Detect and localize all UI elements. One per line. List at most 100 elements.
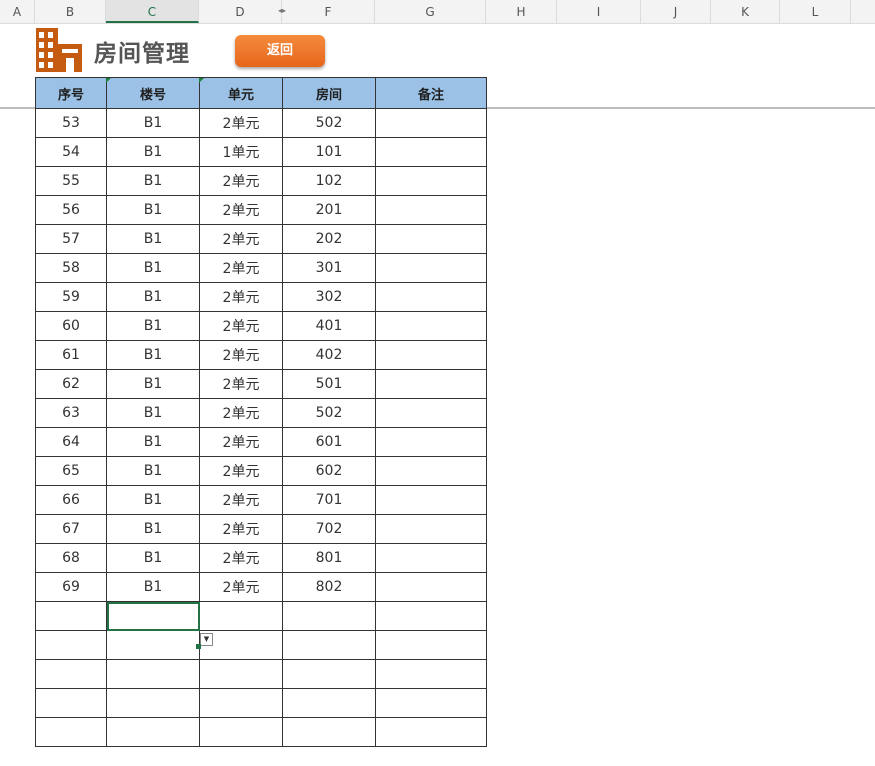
cell-notes[interactable]: [375, 108, 487, 138]
cell-building[interactable]: B1: [106, 137, 200, 167]
cell-building[interactable]: B1: [106, 543, 200, 573]
cell-room[interactable]: 402: [282, 340, 376, 370]
cell-notes[interactable]: [375, 485, 487, 515]
cell-serial[interactable]: 58: [35, 253, 107, 283]
cell-serial[interactable]: 55: [35, 166, 107, 196]
cell-unit[interactable]: 2单元: [199, 572, 283, 602]
cell-room[interactable]: 301: [282, 253, 376, 283]
cell-serial[interactable]: [35, 601, 107, 631]
cell-serial[interactable]: 57: [35, 224, 107, 254]
cell-building[interactable]: B1: [106, 166, 200, 196]
cell-notes[interactable]: [375, 630, 487, 660]
cell-unit[interactable]: [199, 659, 283, 689]
column-header-a[interactable]: A: [0, 0, 35, 23]
back-button[interactable]: 返回: [235, 35, 325, 67]
cell-room[interactable]: [282, 717, 376, 747]
cell-unit[interactable]: [199, 717, 283, 747]
cell-unit[interactable]: 2单元: [199, 108, 283, 138]
dropdown-arrow-icon[interactable]: ▼: [200, 633, 213, 646]
cell-notes[interactable]: [375, 398, 487, 428]
cell-unit[interactable]: 2单元: [199, 514, 283, 544]
cell-notes[interactable]: [375, 224, 487, 254]
cell-notes[interactable]: [375, 137, 487, 167]
cell-building[interactable]: B1: [106, 282, 200, 312]
cell-notes[interactable]: [375, 456, 487, 486]
column-header-g[interactable]: G: [375, 0, 486, 23]
cell-room[interactable]: 601: [282, 427, 376, 457]
cell-building[interactable]: B1: [106, 224, 200, 254]
column-header-f[interactable]: F: [282, 0, 375, 23]
cell-building[interactable]: B1: [106, 311, 200, 341]
cell-notes[interactable]: [375, 195, 487, 225]
cell-notes[interactable]: [375, 659, 487, 689]
cell-unit[interactable]: 2单元: [199, 253, 283, 283]
cell-building[interactable]: B1: [106, 108, 200, 138]
cell-serial[interactable]: 64: [35, 427, 107, 457]
cell-unit[interactable]: 2单元: [199, 282, 283, 312]
cell-serial[interactable]: 62: [35, 369, 107, 399]
cell-unit[interactable]: 2单元: [199, 456, 283, 486]
cell-unit[interactable]: 2单元: [199, 427, 283, 457]
cell-serial[interactable]: 69: [35, 572, 107, 602]
cell-room[interactable]: 802: [282, 572, 376, 602]
cell-room[interactable]: [282, 688, 376, 718]
cell-notes[interactable]: [375, 166, 487, 196]
header-room[interactable]: 房间: [282, 77, 376, 109]
cell-building[interactable]: [106, 717, 200, 747]
cell-unit[interactable]: 2单元: [199, 224, 283, 254]
cell-unit[interactable]: 2单元: [199, 340, 283, 370]
cell-room[interactable]: 701: [282, 485, 376, 515]
cell-building[interactable]: B1: [106, 572, 200, 602]
cell-serial[interactable]: 65: [35, 456, 107, 486]
cell-serial[interactable]: 66: [35, 485, 107, 515]
cell-unit[interactable]: 2单元: [199, 369, 283, 399]
column-header-k[interactable]: K: [711, 0, 780, 23]
cell-serial[interactable]: 54: [35, 137, 107, 167]
cell-room[interactable]: 401: [282, 311, 376, 341]
column-header-j[interactable]: J: [641, 0, 711, 23]
cell-unit[interactable]: 2单元: [199, 543, 283, 573]
cell-notes[interactable]: [375, 253, 487, 283]
cell-serial[interactable]: [35, 659, 107, 689]
cell-unit[interactable]: 2单元: [199, 195, 283, 225]
cell-building[interactable]: [106, 659, 200, 689]
cell-serial[interactable]: 53: [35, 108, 107, 138]
cell-room[interactable]: [282, 659, 376, 689]
cell-room[interactable]: 801: [282, 543, 376, 573]
cell-room[interactable]: 602: [282, 456, 376, 486]
cell-serial[interactable]: 68: [35, 543, 107, 573]
column-header-d[interactable]: D: [199, 0, 282, 23]
header-building[interactable]: 楼号: [106, 77, 200, 109]
cell-notes[interactable]: [375, 688, 487, 718]
column-header-c[interactable]: C: [106, 0, 199, 23]
cell-serial[interactable]: [35, 630, 107, 660]
column-header-h[interactable]: H: [486, 0, 557, 23]
header-unit[interactable]: 单元: [199, 77, 283, 109]
cell-building[interactable]: B1: [106, 369, 200, 399]
cell-unit[interactable]: [199, 688, 283, 718]
cell-notes[interactable]: [375, 282, 487, 312]
cell-notes[interactable]: [375, 543, 487, 573]
column-header-b[interactable]: B: [35, 0, 106, 23]
cell-unit[interactable]: 2单元: [199, 166, 283, 196]
cell-notes[interactable]: [375, 717, 487, 747]
cell-building[interactable]: [106, 630, 200, 660]
cell-room[interactable]: 101: [282, 137, 376, 167]
cell-building[interactable]: B1: [106, 514, 200, 544]
cell-serial[interactable]: 63: [35, 398, 107, 428]
cell-unit[interactable]: 2单元: [199, 398, 283, 428]
cell-room[interactable]: 201: [282, 195, 376, 225]
cell-notes[interactable]: [375, 572, 487, 602]
cell-room[interactable]: 102: [282, 166, 376, 196]
cell-notes[interactable]: [375, 369, 487, 399]
cell-building[interactable]: [106, 601, 200, 631]
fill-handle[interactable]: [196, 644, 201, 649]
cell-notes[interactable]: [375, 340, 487, 370]
cell-unit[interactable]: 2单元: [199, 311, 283, 341]
header-serial[interactable]: 序号: [35, 77, 107, 109]
cell-room[interactable]: 502: [282, 398, 376, 428]
cell-room[interactable]: 302: [282, 282, 376, 312]
cell-serial[interactable]: [35, 688, 107, 718]
cell-room[interactable]: 502: [282, 108, 376, 138]
cell-serial[interactable]: 67: [35, 514, 107, 544]
